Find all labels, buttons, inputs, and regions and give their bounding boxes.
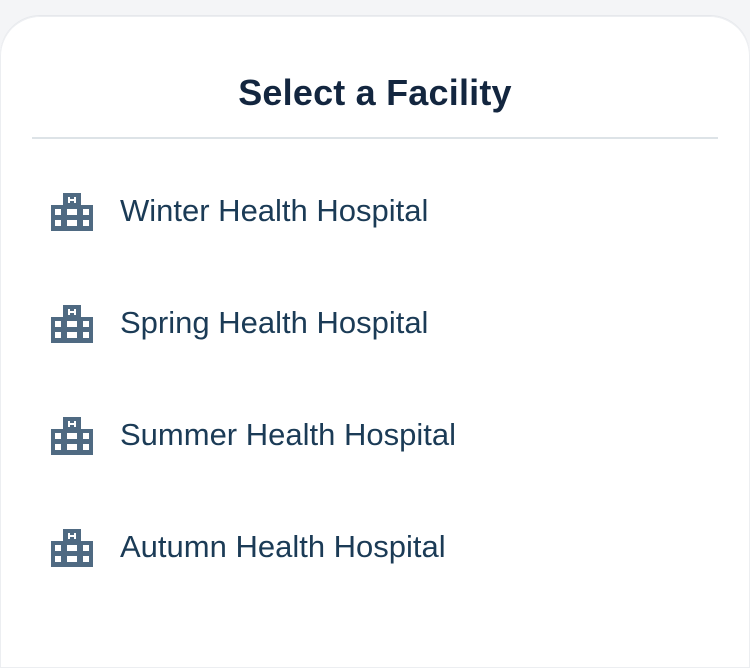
facility-list: Winter Health Hospital Spring Health Hos… xyxy=(0,155,750,603)
title-divider xyxy=(32,137,718,139)
facility-item-spring[interactable]: Spring Health Hospital xyxy=(0,267,750,379)
hospital-building-icon xyxy=(51,417,93,455)
facility-selection-sheet: Select a Facility Winter Health Hospital… xyxy=(0,16,750,668)
facility-item-autumn[interactable]: Autumn Health Hospital xyxy=(0,491,750,603)
facility-item-winter[interactable]: Winter Health Hospital xyxy=(0,155,750,267)
hospital-building-icon xyxy=(51,193,93,231)
facility-item-summer[interactable]: Summer Health Hospital xyxy=(0,379,750,491)
sheet-title: Select a Facility xyxy=(238,72,512,113)
facility-name: Spring Health Hospital xyxy=(120,305,429,340)
hospital-building-icon xyxy=(51,529,93,567)
hospital-building-icon xyxy=(51,305,93,343)
facility-name: Summer Health Hospital xyxy=(120,417,456,452)
facility-name: Autumn Health Hospital xyxy=(120,529,446,564)
facility-name: Winter Health Hospital xyxy=(120,193,429,228)
